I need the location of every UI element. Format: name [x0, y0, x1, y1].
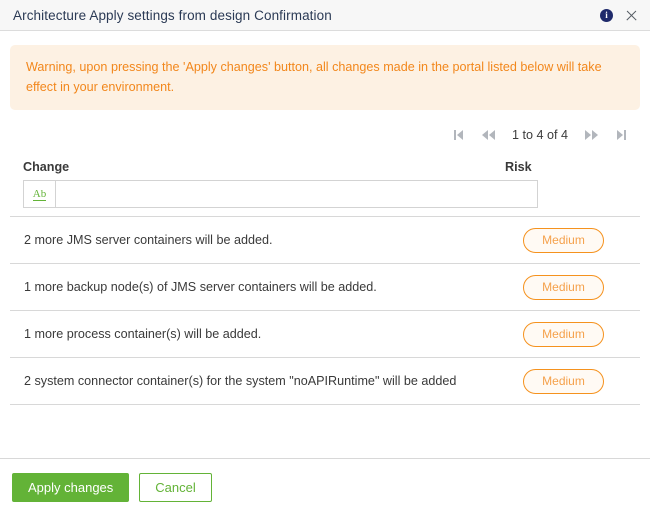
- last-page-button[interactable]: [606, 124, 636, 146]
- previous-page-button[interactable]: [474, 124, 504, 146]
- cancel-button[interactable]: Cancel: [139, 472, 212, 502]
- table-row[interactable]: 2 system connector container(s) for the …: [10, 357, 640, 404]
- changes-table: Change Risk Ab 2 more JMS server contain…: [10, 160, 640, 405]
- cell-change: 1 more backup node(s) of JMS server cont…: [24, 280, 377, 294]
- column-header-risk: Risk: [505, 160, 532, 174]
- confirmation-dialog: Architecture Apply settings from design …: [0, 0, 650, 515]
- dialog-footer: Apply changes Cancel: [0, 458, 650, 515]
- dialog-header: Architecture Apply settings from design …: [0, 0, 650, 31]
- table-filter-row: Ab: [10, 180, 640, 216]
- pagination-status: 1 to 4 of 4: [511, 128, 568, 142]
- cell-risk: Medium: [505, 321, 640, 347]
- status-badge[interactable]: Medium: [523, 368, 604, 394]
- status-badge[interactable]: Medium: [523, 227, 604, 253]
- table-row[interactable]: 1 more process container(s) will be adde…: [10, 310, 640, 357]
- cell-change: 1 more process container(s) will be adde…: [24, 327, 262, 341]
- double-chevron-right-icon: [584, 130, 598, 140]
- cell-change: 2 more JMS server containers will be add…: [24, 233, 273, 247]
- info-icon[interactable]: i: [600, 8, 613, 22]
- status-badge[interactable]: Medium: [523, 321, 604, 347]
- close-icon[interactable]: [625, 9, 638, 22]
- cell-risk: Medium: [505, 368, 640, 394]
- status-badge[interactable]: Medium: [523, 274, 604, 300]
- double-chevron-left-icon: [482, 130, 496, 140]
- text-filter-icon[interactable]: Ab: [24, 181, 56, 207]
- cell-risk: Medium: [505, 274, 640, 300]
- ab-icon-label: Ab: [32, 187, 47, 201]
- apply-changes-button[interactable]: Apply changes: [12, 472, 130, 502]
- change-filter: Ab: [23, 180, 538, 208]
- next-page-button[interactable]: [576, 124, 606, 146]
- last-page-icon: [616, 130, 626, 140]
- column-header-change: Change: [23, 160, 70, 174]
- change-filter-input[interactable]: [56, 181, 537, 207]
- pagination-controls: 1 to 4 of 4: [0, 124, 636, 146]
- first-page-button[interactable]: [444, 124, 474, 146]
- cell-risk: Medium: [505, 227, 640, 253]
- table-header-row: Change Risk: [10, 160, 640, 180]
- table-row[interactable]: 2 more JMS server containers will be add…: [10, 216, 640, 263]
- dialog-body: Warning, upon pressing the 'Apply change…: [0, 31, 650, 458]
- table-row[interactable]: 1 more backup node(s) of JMS server cont…: [10, 263, 640, 310]
- page-title: Architecture Apply settings from design …: [13, 7, 332, 23]
- warning-banner: Warning, upon pressing the 'Apply change…: [10, 45, 640, 110]
- cell-change: 2 system connector container(s) for the …: [24, 374, 457, 388]
- first-page-icon: [454, 130, 464, 140]
- header-icon-group: i: [600, 8, 638, 22]
